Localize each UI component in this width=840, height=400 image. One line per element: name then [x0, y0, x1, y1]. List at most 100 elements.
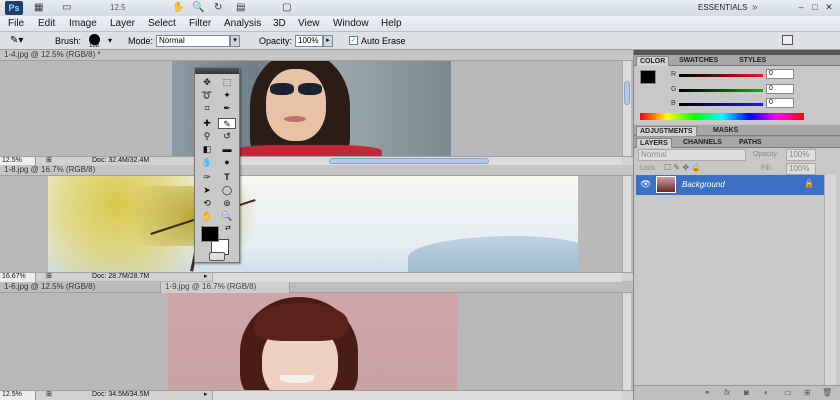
tab-color[interactable]: COLOR [636, 56, 670, 66]
blur-tool-icon[interactable]: 💧 [198, 157, 216, 168]
doc2-horizontal-scrollbar[interactable] [212, 273, 622, 282]
lasso-tool-icon[interactable]: ➰ [198, 90, 216, 101]
layer-row-background[interactable]: 👁 Background 🔒 [636, 175, 824, 195]
red-slider[interactable] [679, 74, 763, 77]
workspace-menu-icon[interactable]: » [752, 2, 758, 14]
move-tool-icon[interactable]: ✥ [198, 77, 216, 88]
doc1-vertical-scrollbar[interactable] [622, 61, 631, 156]
menu-file[interactable]: File [8, 17, 24, 31]
blue-slider[interactable] [679, 103, 763, 106]
clone-stamp-tool-icon[interactable]: ⚲ [198, 131, 216, 142]
eyedropper-tool-icon[interactable]: ✒ [218, 103, 236, 114]
color-panel-foreground[interactable] [640, 70, 656, 84]
tab-swatches[interactable]: SWATCHES [676, 56, 721, 66]
quick-mask-icon[interactable] [209, 252, 225, 261]
adjustment-layer-icon[interactable]: ◐ [764, 388, 769, 397]
rotate-view-icon[interactable]: ↻ [214, 2, 222, 14]
tab-channels[interactable]: CHANNELS [680, 138, 725, 148]
delete-layer-icon[interactable]: 🗑 [822, 388, 832, 397]
opacity-slider-icon[interactable]: ▸ [323, 35, 333, 47]
fill-input[interactable]: 100% [786, 163, 816, 175]
tab-layers[interactable]: LAYERS [636, 138, 672, 148]
quick-select-tool-icon[interactable]: ✦ [218, 90, 236, 101]
hand-tool-icon-panel[interactable]: ✋ [198, 211, 216, 222]
type-tool-icon[interactable]: T [218, 172, 236, 183]
brush-picker-arrow-icon[interactable]: ▾ [108, 36, 112, 45]
history-brush-tool-icon[interactable]: ↺ [218, 131, 236, 142]
brush-tool-icon[interactable]: ✎ [218, 118, 236, 129]
new-group-icon[interactable]: ▭ [784, 388, 792, 397]
zoom-level-display[interactable]: 12.5 [110, 2, 144, 14]
green-slider[interactable] [679, 89, 763, 92]
lock-icons[interactable]: ☐ ✎ ✥ 🔒 [664, 163, 701, 172]
doc3-vertical-scrollbar[interactable] [622, 293, 631, 390]
maximize-button[interactable]: □ [810, 2, 820, 12]
auto-erase-checkbox[interactable]: ✓ [349, 36, 358, 45]
menu-3d[interactable]: 3D [273, 17, 286, 31]
path-select-tool-icon[interactable]: ➤ [198, 185, 216, 196]
tab-masks[interactable]: MASKS [710, 126, 741, 136]
foreground-color-swatch[interactable] [201, 226, 219, 242]
3d-orbit-tool-icon[interactable]: ⊚ [218, 198, 236, 209]
tab-adjustments[interactable]: ADJUSTMENTS [636, 126, 697, 136]
opacity-input[interactable]: 100% [295, 35, 323, 47]
doc2-zoom-field[interactable]: 16.67% [0, 273, 36, 282]
layer-name[interactable]: Background [682, 180, 725, 189]
crop-tool-icon[interactable]: ⌗ [198, 103, 216, 114]
document-title-2[interactable]: 1-8.jpg @ 16.7% (RGB/8) [0, 165, 633, 176]
doc1-hscroll-thumb[interactable] [329, 158, 489, 164]
zoom-tool-icon-panel[interactable]: 🔍 [218, 211, 236, 222]
layer-opacity-input[interactable]: 100% [786, 149, 816, 161]
doc3-status-icon[interactable]: ⊞ [46, 391, 52, 399]
document-tab-1-9[interactable]: 1-9.jpg @ 16.7% (RGB/8) [160, 282, 290, 293]
menu-view[interactable]: View [298, 17, 320, 31]
mode-dropdown-icon[interactable]: ▾ [230, 35, 240, 47]
document-title-1[interactable]: 1-4.jpg @ 12.5% (RGB/8) * [0, 50, 633, 61]
arrange-documents-icon[interactable]: ▤ [236, 2, 245, 14]
green-value-input[interactable]: 0 [766, 84, 794, 94]
tools-panel-header[interactable] [195, 68, 239, 74]
mode-select[interactable]: Normal [156, 35, 230, 47]
screen-mode-icon[interactable]: ▢ [282, 2, 291, 14]
add-mask-icon[interactable]: ◙ [744, 388, 749, 397]
pen-tool-icon[interactable]: ✑ [198, 172, 216, 183]
healing-brush-tool-icon[interactable]: ✚ [198, 118, 216, 129]
layer-style-icon[interactable]: fx [724, 388, 730, 397]
swap-colors-icon[interactable]: ⇄ [225, 224, 231, 232]
mini-bridge-icon[interactable]: ▭ [62, 2, 71, 14]
doc1-status-icon[interactable]: ⊞ [46, 157, 52, 165]
menu-edit[interactable]: Edit [38, 17, 55, 31]
menu-select[interactable]: Select [148, 17, 176, 31]
doc2-vertical-scrollbar[interactable] [622, 176, 631, 272]
marquee-tool-icon[interactable]: ⬚ [218, 77, 236, 88]
new-layer-icon[interactable]: ⊞ [804, 388, 811, 397]
minimize-button[interactable]: – [796, 2, 806, 12]
tab-paths[interactable]: PATHS [736, 138, 765, 148]
blue-value-input[interactable]: 0 [766, 98, 794, 108]
tab-styles[interactable]: STYLES [736, 56, 769, 66]
blend-mode-select[interactable]: Normal [638, 149, 746, 161]
shape-tool-icon[interactable]: ◯ [218, 185, 236, 196]
dodge-tool-icon[interactable]: ● [218, 157, 236, 168]
gradient-tool-icon[interactable]: ▬ [218, 144, 236, 155]
doc2-status-menu-icon[interactable]: ▸ [204, 273, 208, 281]
doc3-status-menu-icon[interactable]: ▸ [204, 391, 208, 399]
menu-image[interactable]: Image [69, 17, 97, 31]
close-button[interactable]: ✕ [824, 2, 834, 12]
menu-filter[interactable]: Filter [189, 17, 211, 31]
doc2-status-icon[interactable]: ⊞ [46, 273, 52, 281]
zoom-tool-icon[interactable]: 🔍 [192, 2, 204, 14]
layer-visibility-eye-icon[interactable]: 👁 [640, 179, 651, 190]
eraser-tool-icon[interactable]: ◧ [198, 144, 216, 155]
menu-help[interactable]: Help [381, 17, 402, 31]
color-spectrum-bar[interactable] [640, 113, 804, 120]
doc1-vscroll-thumb[interactable] [624, 81, 630, 105]
menu-window[interactable]: Window [333, 17, 369, 31]
layers-vertical-scrollbar[interactable] [824, 175, 836, 385]
3d-rotate-tool-icon[interactable]: ⟲ [198, 198, 216, 209]
eraser-tool-preset-icon[interactable]: ✎▾ [10, 35, 23, 46]
link-layers-icon[interactable]: ⚭ [704, 388, 711, 397]
menu-layer[interactable]: Layer [110, 17, 135, 31]
panel-toggle-icon[interactable] [782, 35, 793, 45]
doc3-horizontal-scrollbar[interactable] [212, 391, 622, 400]
